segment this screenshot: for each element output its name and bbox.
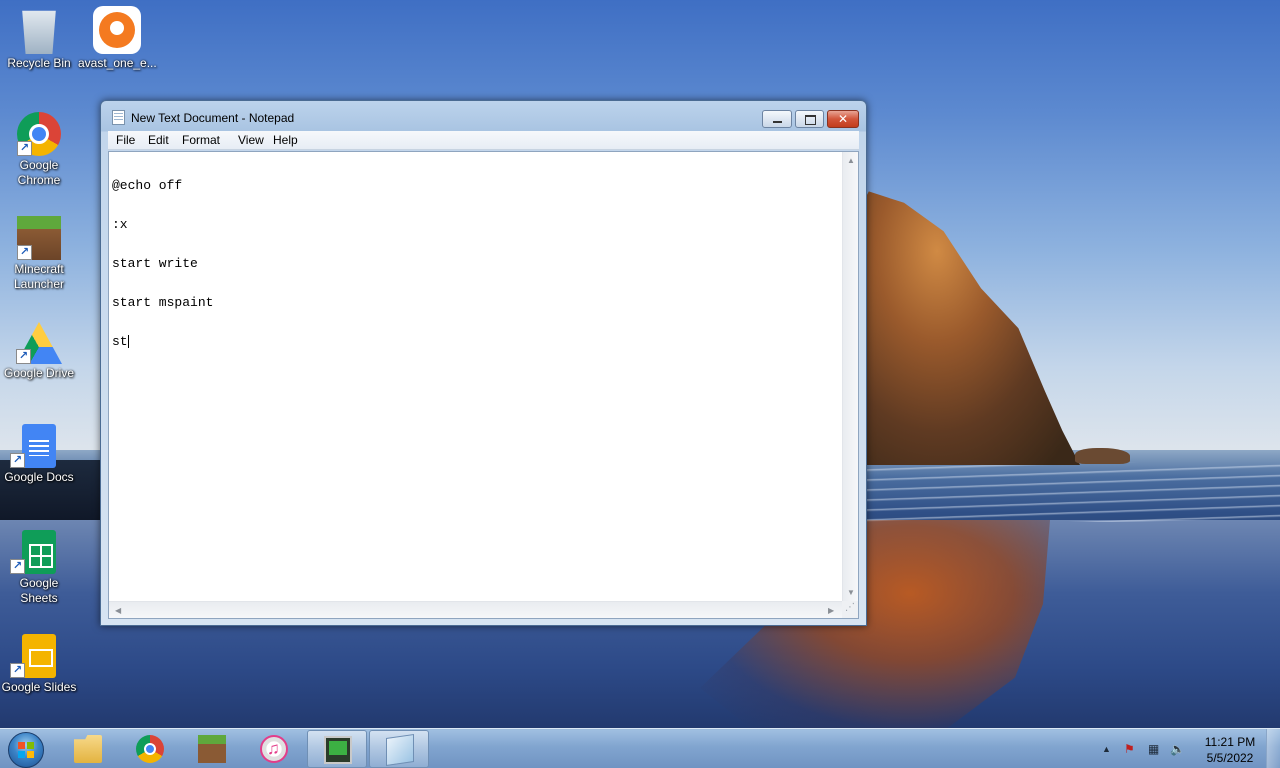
shortcut-arrow-icon: ↗ <box>10 453 25 468</box>
maximize-button[interactable] <box>795 110 824 128</box>
shortcut-arrow-icon: ↗ <box>10 663 25 678</box>
scroll-down-icon[interactable]: ▼ <box>847 588 855 598</box>
desktop-icon-label: Recycle Bin <box>7 56 71 70</box>
desktop-icon-label: Google Docs <box>4 470 74 484</box>
desktop-icon-minecraft-launcher[interactable]: ↗ Minecraft Launcher <box>0 216 78 292</box>
desktop-icon-google-docs[interactable]: ↗ Google Docs <box>0 424 78 485</box>
minecraft-icon <box>198 735 226 763</box>
close-icon: ✕ <box>837 112 849 126</box>
notepad-window[interactable]: New Text Document - Notepad ✕ File Edit … <box>100 100 867 626</box>
google-docs-icon: ↗ <box>10 424 56 468</box>
text-caret <box>127 335 129 348</box>
menu-bar: File Edit Format View Help <box>108 131 859 150</box>
wallpaper-rock <box>1075 448 1130 464</box>
text-line: st <box>112 334 128 349</box>
menu-help[interactable]: Help <box>271 133 300 147</box>
show-desktop-button[interactable] <box>1266 729 1280 768</box>
network-icon[interactable]: ▦ <box>1148 742 1159 756</box>
avast-icon <box>93 6 141 54</box>
taskbar-minecraft-button[interactable] <box>182 730 242 768</box>
desktop-icon-label: Google Chrome <box>17 158 61 187</box>
clock[interactable]: 11:21 PM 5/5/2022 <box>1198 734 1262 766</box>
chrome-icon: ↗ <box>17 112 61 156</box>
scroll-left-icon[interactable]: ◀ <box>115 606 121 616</box>
clock-date: 5/5/2022 <box>1206 751 1254 765</box>
horizontal-scrollbar[interactable]: ◀ ▶ <box>109 601 842 618</box>
menu-view[interactable]: View <box>236 133 266 147</box>
google-drive-icon: ↗ <box>16 322 62 364</box>
minecraft-icon: ↗ <box>17 216 61 260</box>
notepad-icon <box>112 110 125 125</box>
desktop-icon-google-sheets[interactable]: ↗ Google Sheets <box>0 530 78 606</box>
volume-icon[interactable]: 🔈 <box>1170 742 1185 756</box>
taskbar-chrome-button[interactable] <box>120 730 180 768</box>
close-button[interactable]: ✕ <box>827 110 859 128</box>
desktop-icon-label: Google Slides <box>1 680 77 694</box>
title-bar[interactable]: New Text Document - Notepad ✕ <box>101 101 866 131</box>
shortcut-arrow-icon: ↗ <box>16 349 31 364</box>
text-line: :x <box>112 217 128 232</box>
desktop-icon-label: Google Sheets <box>19 576 59 605</box>
text-line-current: st <box>112 335 837 348</box>
shortcut-arrow-icon: ↗ <box>10 559 25 574</box>
text-editor[interactable]: @echo off :x start write start mspaint s… <box>108 151 859 619</box>
desktop-icon-google-chrome[interactable]: ↗ Google Chrome <box>0 112 78 188</box>
desktop-icon-recycle-bin[interactable]: Recycle Bin <box>0 6 78 71</box>
text-line: @echo off <box>112 178 183 193</box>
shortcut-arrow-icon: ↗ <box>17 141 32 156</box>
notepad-icon <box>386 734 414 766</box>
taskbar: ▲ ⚑ ▦ 🔈 11:21 PM 5/5/2022 <box>0 728 1280 768</box>
desktop-icon-google-drive[interactable]: ↗ Google Drive <box>0 322 78 381</box>
clock-time: 11:21 PM <box>1204 735 1256 749</box>
wallpaper-surf <box>860 462 1280 522</box>
text-line: start mspaint <box>112 295 214 310</box>
chrome-icon <box>136 735 164 763</box>
recycle-bin-icon <box>22 10 56 54</box>
menu-format[interactable]: Format <box>180 133 222 147</box>
taskbar-monitor-button[interactable] <box>307 730 367 768</box>
shortcut-arrow-icon: ↗ <box>17 245 32 260</box>
menu-edit[interactable]: Edit <box>146 133 171 147</box>
menu-file[interactable]: File <box>114 133 137 147</box>
scroll-up-icon[interactable]: ▲ <box>847 156 855 166</box>
desktop-icon-label: Minecraft Launcher <box>13 262 65 291</box>
taskbar-notepad-button[interactable] <box>369 730 429 768</box>
desktop-icon-avast[interactable]: avast_one_e... <box>78 6 157 71</box>
vertical-scrollbar[interactable]: ▲ ▼ <box>842 152 858 601</box>
google-slides-icon: ↗ <box>10 634 56 678</box>
show-hidden-icons-icon[interactable]: ▲ <box>1102 744 1111 754</box>
text-content[interactable]: @echo off :x start write start mspaint s… <box>112 153 837 598</box>
start-button[interactable] <box>8 732 44 768</box>
taskbar-explorer-button[interactable] <box>58 730 118 768</box>
google-sheets-icon: ↗ <box>10 530 56 574</box>
desktop-icon-label: avast_one_e... <box>78 56 157 70</box>
text-line: start write <box>112 256 198 271</box>
taskbar-itunes-button[interactable] <box>244 730 304 768</box>
folder-icon <box>74 735 102 763</box>
resize-grip-icon[interactable] <box>842 601 858 618</box>
system-monitor-icon <box>324 736 352 764</box>
minimize-button[interactable] <box>762 110 792 128</box>
desktop-icon-label: Google Drive <box>3 366 75 380</box>
system-tray: ▲ ⚑ ▦ 🔈 11:21 PM 5/5/2022 <box>1100 729 1280 768</box>
window-title: New Text Document - Notepad <box>131 111 295 125</box>
itunes-icon <box>260 735 288 763</box>
action-center-flag-icon[interactable]: ⚑ <box>1124 742 1135 756</box>
scroll-right-icon[interactable]: ▶ <box>828 606 834 616</box>
desktop-icon-google-slides[interactable]: ↗ Google Slides <box>0 634 78 695</box>
